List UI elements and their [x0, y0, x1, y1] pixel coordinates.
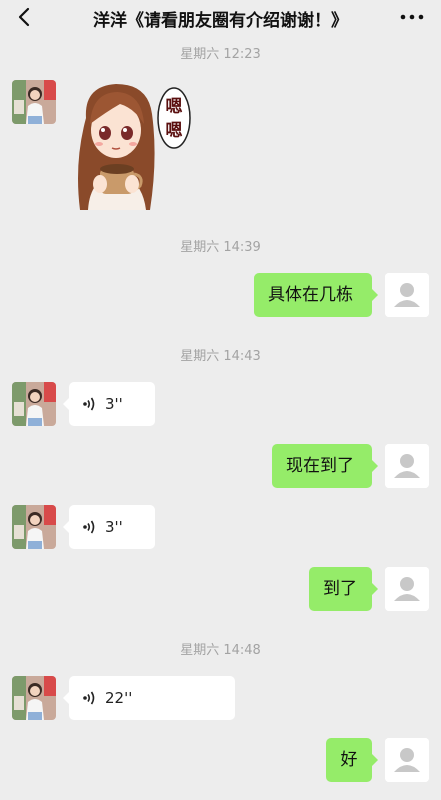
voice-message[interactable]: 3'' [63, 382, 155, 426]
message-bubble-outgoing[interactable]: 好 [326, 738, 378, 782]
chevron-left-icon[interactable] [14, 6, 36, 28]
message-bubble-outgoing[interactable]: 具体在几栋 [254, 273, 378, 317]
sticker-text-1: 嗯 [166, 97, 183, 117]
voice-wave-icon [83, 691, 95, 705]
voice-message[interactable]: 22'' [63, 676, 235, 720]
my-avatar[interactable] [385, 273, 429, 317]
voice-duration: 3'' [105, 395, 123, 413]
contact-avatar[interactable] [12, 676, 56, 720]
chat-header: 洋洋《请看朋友圈有介绍谢谢！》 [0, 0, 441, 36]
timestamp: 星期六 14:43 [180, 349, 261, 364]
message-bubble-outgoing[interactable]: 现在到了 [272, 444, 378, 488]
contact-avatar[interactable] [12, 80, 56, 124]
my-avatar[interactable] [385, 567, 429, 611]
contact-avatar[interactable] [12, 505, 56, 549]
voice-wave-icon [83, 520, 95, 534]
voice-wave-icon [83, 397, 95, 411]
my-avatar[interactable] [385, 444, 429, 488]
contact-avatar[interactable] [12, 382, 56, 426]
timestamp: 星期六 14:39 [180, 240, 261, 255]
voice-duration: 3'' [105, 518, 123, 536]
my-avatar[interactable] [385, 738, 429, 782]
timestamp: 星期六 14:48 [180, 643, 261, 658]
message-bubble-outgoing[interactable]: 到了 [309, 567, 378, 611]
voice-message[interactable]: 3'' [63, 505, 155, 549]
voice-duration: 22'' [105, 689, 133, 707]
more-dots-icon[interactable] [399, 8, 425, 26]
timestamp: 星期六 12:23 [180, 47, 261, 62]
sticker-girl-coffee[interactable]: 嗯 嗯 [66, 78, 196, 210]
sticker-text-2: 嗯 [166, 121, 183, 141]
chat-title: 洋洋《请看朋友圈有介绍谢谢！》 [93, 11, 348, 31]
